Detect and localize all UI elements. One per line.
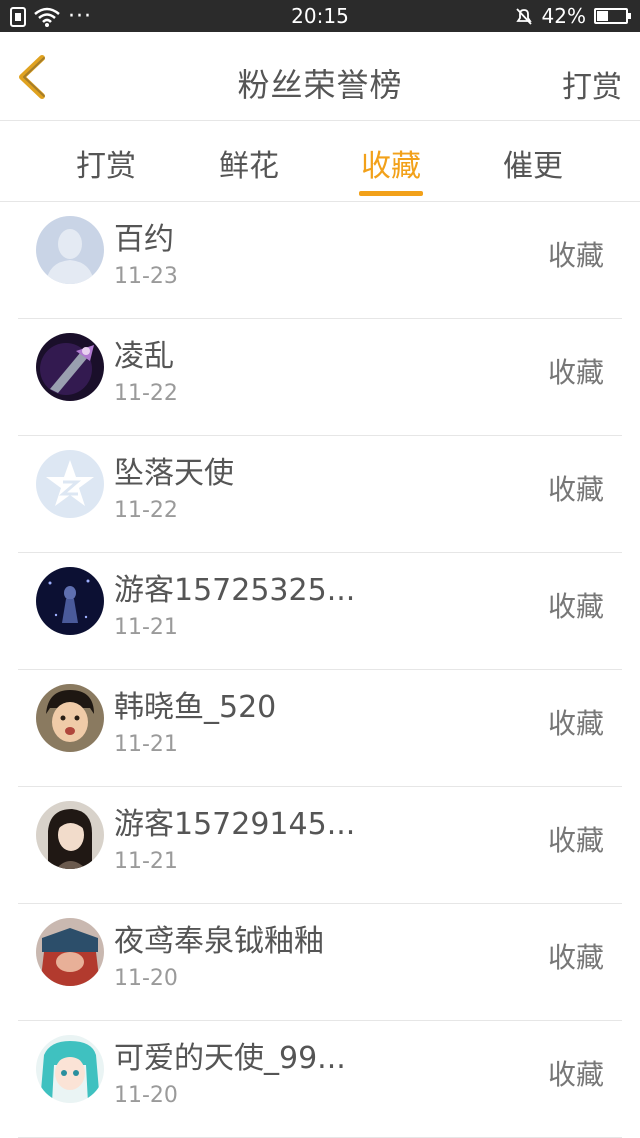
list-item[interactable]: 坠落天使 11-22 收藏 <box>18 436 622 553</box>
qzone-star-avatar-icon[interactable] <box>36 450 104 518</box>
mute-bell-icon <box>515 8 532 25</box>
fan-name: 游客15729145... <box>114 807 356 842</box>
tab-reward[interactable]: 打赏 <box>46 141 166 185</box>
header: 粉丝荣誉榜 打赏 <box>0 32 640 121</box>
tab-urge-update[interactable]: 催更 <box>473 141 593 185</box>
reward-button[interactable]: 打赏 <box>562 62 622 106</box>
status-right: 42% <box>514 4 631 28</box>
list-item[interactable]: 夜鸢奉泉钺釉釉 11-20 收藏 <box>18 904 622 1021</box>
tab-bar: 打赏 鲜花 收藏 催更 <box>0 121 640 202</box>
fan-name: 韩晓鱼_520 <box>114 690 277 725</box>
fan-name: 坠落天使 <box>114 456 234 491</box>
tab-favorites[interactable]: 收藏 <box>331 141 451 185</box>
fan-date: 11-20 <box>114 1083 178 1108</box>
fan-type: 收藏 <box>547 1058 604 1091</box>
list-item[interactable]: 韩晓鱼_520 11-21 收藏 <box>18 670 622 787</box>
fan-name: 凌乱 <box>114 339 174 374</box>
fan-type: 收藏 <box>547 473 604 506</box>
list-item[interactable]: 百约 11-23 收藏 <box>18 202 622 319</box>
fan-date: 11-20 <box>114 966 178 991</box>
fan-date: 11-23 <box>114 264 178 289</box>
sword-avatar-icon[interactable] <box>36 333 104 401</box>
list-item[interactable]: 游客15729145... 11-21 收藏 <box>18 787 622 904</box>
night-figure-avatar-icon[interactable] <box>36 567 104 635</box>
battery-fill <box>597 11 608 21</box>
fan-date: 11-21 <box>114 732 178 757</box>
fan-date: 11-21 <box>114 615 178 640</box>
fan-type: 收藏 <box>547 707 604 740</box>
girl-photo-avatar-icon[interactable] <box>36 801 104 869</box>
anime-red-avatar-icon[interactable] <box>36 918 104 986</box>
active-tab-indicator <box>359 191 423 196</box>
fan-type: 收藏 <box>547 239 604 272</box>
fan-name: 游客15725325... <box>114 573 356 608</box>
list-item[interactable]: 游客15725325... 11-21 收藏 <box>18 553 622 670</box>
fan-date: 11-22 <box>114 498 178 523</box>
tab-flowers[interactable]: 鲜花 <box>189 141 309 185</box>
boy-photo-avatar-icon[interactable] <box>36 684 104 752</box>
page-title: 粉丝荣誉榜 <box>237 66 403 104</box>
fan-name: 夜鸢奉泉钺釉釉 <box>114 924 324 959</box>
default-avatar-icon[interactable] <box>36 216 104 284</box>
list-item[interactable]: 可爱的天使_99... 11-20 收藏 <box>18 1021 622 1138</box>
fan-type: 收藏 <box>547 824 604 857</box>
fan-date: 11-22 <box>114 381 178 406</box>
battery-icon <box>594 8 631 24</box>
fan-name: 可爱的天使_99... <box>114 1041 346 1076</box>
fan-name: 百约 <box>114 222 174 257</box>
fan-list: 百约 11-23 收藏 凌乱 11-22 收藏 坠落天使 11-22 收藏 游客… <box>18 202 622 1138</box>
battery-percent: 42% <box>541 4 586 28</box>
fan-date: 11-21 <box>114 849 178 874</box>
status-bar: ··· 20:15 42% <box>0 0 640 32</box>
miku-avatar-icon[interactable] <box>36 1035 104 1103</box>
fan-type: 收藏 <box>547 590 604 623</box>
list-item[interactable]: 凌乱 11-22 收藏 <box>18 319 622 436</box>
fan-type: 收藏 <box>547 356 604 389</box>
fan-type: 收藏 <box>547 941 604 974</box>
